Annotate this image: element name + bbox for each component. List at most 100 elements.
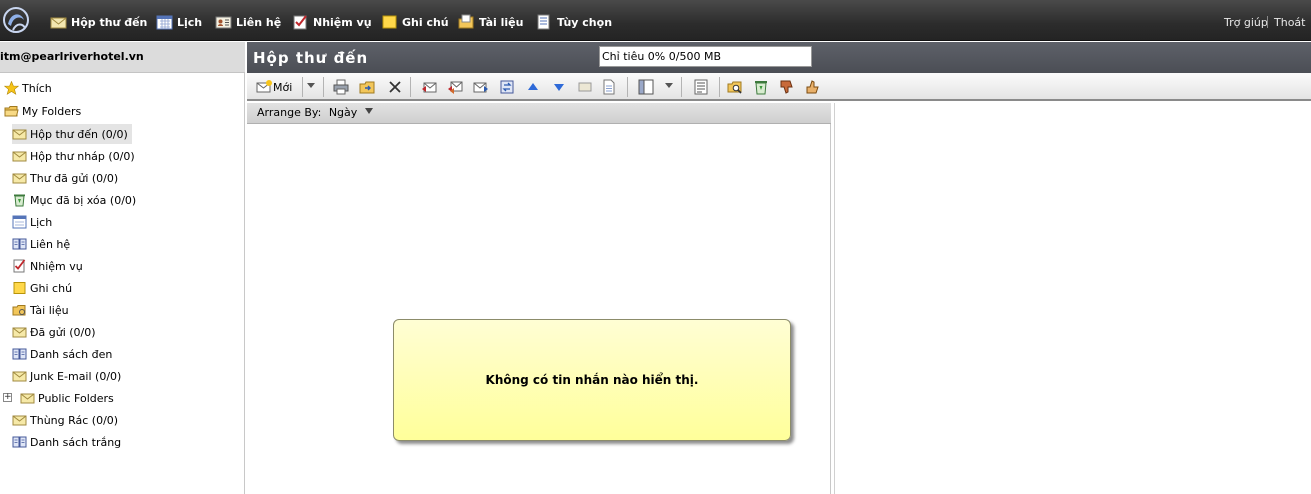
nav-options[interactable]: Tùy chọn (536, 11, 612, 33)
help-link[interactable]: Trợ giúp (1224, 16, 1268, 29)
reading-pane-button[interactable] (636, 77, 656, 97)
toolbar-divider (627, 77, 628, 97)
nav-tasks[interactable]: Nhiệm vụ (292, 11, 372, 33)
nav-contacts[interactable]: Liên hệ (215, 11, 281, 33)
tree-item-calendar[interactable]: Lịch (12, 212, 52, 232)
tree-item-sent-items[interactable]: Thư đã gửi (0/0) (12, 168, 118, 188)
toolbar-divider (410, 77, 411, 97)
address-book-icon (12, 348, 27, 360)
nav-calendar[interactable]: Lịch (156, 11, 202, 33)
move-folder-icon (359, 81, 375, 94)
forward-button[interactable] (471, 77, 491, 97)
search-folder-button[interactable] (725, 77, 745, 97)
nav-tasks-label: Nhiệm vụ (313, 15, 372, 29)
logout-link[interactable]: Thoát (1274, 16, 1305, 29)
tree-item-label: Hộp thư đến (0/0) (30, 127, 128, 141)
next-item-button[interactable] (549, 77, 569, 97)
tree-item-favorites[interactable]: Thích (4, 78, 52, 98)
recycle-bin-icon (755, 81, 767, 95)
reply-all-button[interactable] (445, 77, 465, 97)
tree-item-inbox[interactable]: Hộp thư đến (0/0) (12, 124, 132, 144)
nav-inbox[interactable]: Hộp thư đến (50, 11, 147, 33)
view-document-button[interactable] (599, 77, 619, 97)
documents-icon (12, 305, 26, 316)
toolbar-divider (681, 77, 682, 97)
tree-item-label: Public Folders (38, 391, 114, 405)
sort-direction-icon[interactable] (364, 108, 373, 114)
layout-dropdown-arrow[interactable] (665, 83, 673, 88)
tree-item-junk-email[interactable]: Junk E-mail (0/0) (12, 366, 121, 386)
empty-list-text: Không có tin nhắn nào hiển thị. (485, 373, 699, 387)
new-message-button[interactable]: Mới (255, 77, 292, 97)
sync-button[interactable] (497, 77, 517, 97)
nav-contacts-label: Liên hệ (236, 15, 282, 29)
reply-button[interactable] (419, 77, 439, 97)
tree-item-blacklist[interactable]: Danh sách đen (12, 344, 112, 364)
tree-item-drafts[interactable]: Hộp thư nháp (0/0) (12, 146, 135, 166)
tree-item-tasks[interactable]: Nhiệm vụ (12, 256, 83, 276)
calendar-icon (12, 215, 27, 229)
tree-item-notes[interactable]: Ghi chú (12, 278, 72, 298)
tree-item-label: Đã gửi (0/0) (30, 325, 96, 339)
arrange-by-value[interactable]: Ngày (329, 106, 357, 119)
nav-documents[interactable]: Tài liệu (458, 11, 523, 33)
tree-item-deleted-items[interactable]: Mục đã bị xóa (0/0) (12, 190, 136, 210)
folder-header: Hộp thư đến Chỉ tiêu 0% 0/500 MB (247, 42, 1311, 73)
folder-search-icon (727, 81, 742, 94)
delete-button[interactable] (385, 77, 405, 97)
tree-item-label: Liên hệ (30, 237, 71, 251)
tree-item-label: Junk E-mail (0/0) (30, 369, 122, 383)
toolbar-divider (323, 77, 324, 97)
tree-item-documents[interactable]: Tài liệu (12, 300, 69, 320)
user-email: itm@pearlriverhotel.vn (0, 42, 245, 73)
move-to-folder-button[interactable] (357, 77, 377, 97)
documents-icon (458, 14, 474, 29)
envelope-icon (20, 393, 35, 404)
sync-icon (500, 80, 514, 94)
app-logo-icon (3, 7, 29, 33)
envelope-icon (12, 327, 27, 338)
inbox-icon (50, 17, 67, 29)
envelope-icon (12, 129, 27, 140)
previous-item-button[interactable] (523, 77, 543, 97)
new-label: Mới (273, 80, 293, 94)
nav-inbox-label: Hộp thư đến (71, 15, 148, 29)
nav-notes-label: Ghi chú (402, 15, 449, 29)
envelope-icon (12, 151, 27, 162)
new-dropdown-arrow[interactable] (307, 83, 315, 88)
star-icon (4, 81, 19, 95)
arrange-by-bar: Arrange By: Ngày (247, 103, 831, 124)
reading-pane (834, 103, 1311, 494)
tree-item-label: Ghi chú (30, 281, 73, 295)
arrange-by-label: Arrange By: (257, 106, 322, 119)
expand-public-folders-button[interactable]: + (3, 393, 12, 402)
message-toolbar: Mới (247, 73, 1311, 101)
tree-item-contacts[interactable]: Liên hệ (12, 234, 70, 254)
nav-options-label: Tùy chọn (557, 15, 613, 29)
mark-button[interactable] (575, 77, 595, 97)
tree-item-trash[interactable]: Thùng Rác (0/0) (12, 410, 118, 430)
tree-item-label: Thích (22, 81, 52, 95)
address-list-icon (694, 79, 708, 95)
mark-read-icon (578, 82, 592, 92)
empty-deleted-button[interactable] (751, 77, 771, 97)
tree-item-public-folders[interactable]: Public Folders (20, 388, 114, 408)
thumbs-up-icon (806, 80, 819, 94)
folder-title: Hộp thư đến (253, 49, 369, 67)
tree-item-label: Danh sách đen (30, 347, 113, 361)
tree-item-my-folders[interactable]: My Folders (4, 101, 81, 121)
delete-x-icon (389, 81, 401, 93)
tree-item-label: Nhiệm vụ (30, 259, 83, 273)
forward-icon (473, 82, 488, 93)
layout-icon (638, 79, 654, 95)
address-book-button[interactable] (691, 77, 711, 97)
print-button[interactable] (331, 77, 351, 97)
nav-notes[interactable]: Ghi chú (381, 11, 449, 33)
tree-item-label: Mục đã bị xóa (0/0) (30, 193, 137, 207)
address-book-icon (12, 436, 27, 448)
tree-item-sent[interactable]: Đã gửi (0/0) (12, 322, 96, 342)
nav-calendar-label: Lịch (177, 15, 203, 29)
mark-junk-button[interactable] (777, 77, 797, 97)
tree-item-whitelist[interactable]: Danh sách trắng (12, 432, 121, 452)
mark-not-junk-button[interactable] (803, 77, 823, 97)
